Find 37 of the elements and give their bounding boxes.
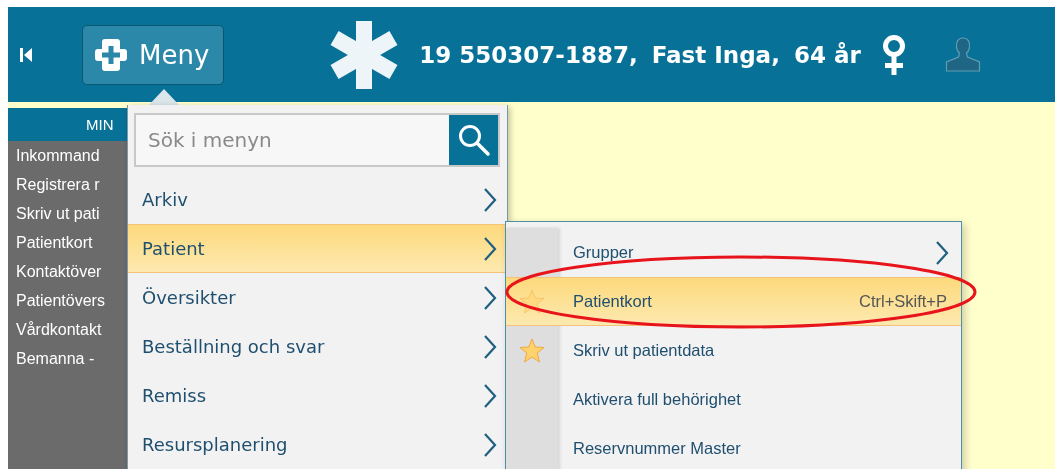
- sidebar-item[interactable]: Patientövers: [8, 286, 128, 315]
- sidebar-title: MIN: [8, 108, 128, 141]
- sidebar-item[interactable]: Kontaktöver: [8, 257, 128, 286]
- chevron-right-icon: [483, 186, 497, 213]
- chevron-right-icon: [935, 239, 949, 266]
- chevron-right-icon: [483, 333, 497, 360]
- patient-age: 64 år: [793, 41, 861, 68]
- menu-item[interactable]: Arkiv: [128, 175, 507, 224]
- star-icon: [519, 289, 545, 314]
- skip-to-start-icon[interactable]: [20, 47, 32, 62]
- submenu-item[interactable]: Grupper: [506, 228, 961, 277]
- shortcut-text: Ctrl+Skift+P: [858, 292, 948, 311]
- chevron-right-icon: [483, 235, 497, 262]
- submenu-item[interactable]: Skriv ut patientdata: [506, 326, 961, 375]
- patient-id: 19 550307-1887,: [419, 41, 638, 68]
- sidebar-item[interactable]: Bemanna -: [8, 344, 128, 373]
- star-icon: [519, 338, 545, 363]
- sidebar-item[interactable]: Registrera r: [8, 170, 128, 199]
- submenu-item[interactable]: Reservnummer Master: [506, 424, 961, 469]
- star-of-life-icon: [329, 19, 400, 90]
- chevron-right-icon: [483, 382, 497, 409]
- chevron-right-icon: [483, 284, 497, 311]
- sidebar-item[interactable]: Inkommand: [8, 141, 128, 170]
- sidebar-item[interactable]: Skriv ut pati: [8, 199, 128, 228]
- sidebar-item[interactable]: Patientkort: [8, 228, 128, 257]
- submenu-item[interactable]: Patientkort Ctrl+Skift+P: [506, 277, 961, 326]
- menu-item[interactable]: Patient: [128, 224, 507, 273]
- menu-item[interactable]: Resursplanering: [128, 420, 507, 469]
- female-symbol-icon: [880, 34, 907, 75]
- submenu-item[interactable]: Aktivera full behörighet: [506, 375, 961, 424]
- chevron-right-icon: [483, 431, 497, 458]
- plus-icon: [93, 36, 129, 73]
- menu-item[interactable]: Beställning och svar: [128, 322, 507, 371]
- menu-item[interactable]: Remiss: [128, 371, 507, 420]
- menu-item[interactable]: Översikter: [128, 273, 507, 322]
- sidebar-item[interactable]: Vårdkontakt: [8, 315, 128, 344]
- patient-name: Fast Inga,: [651, 41, 780, 68]
